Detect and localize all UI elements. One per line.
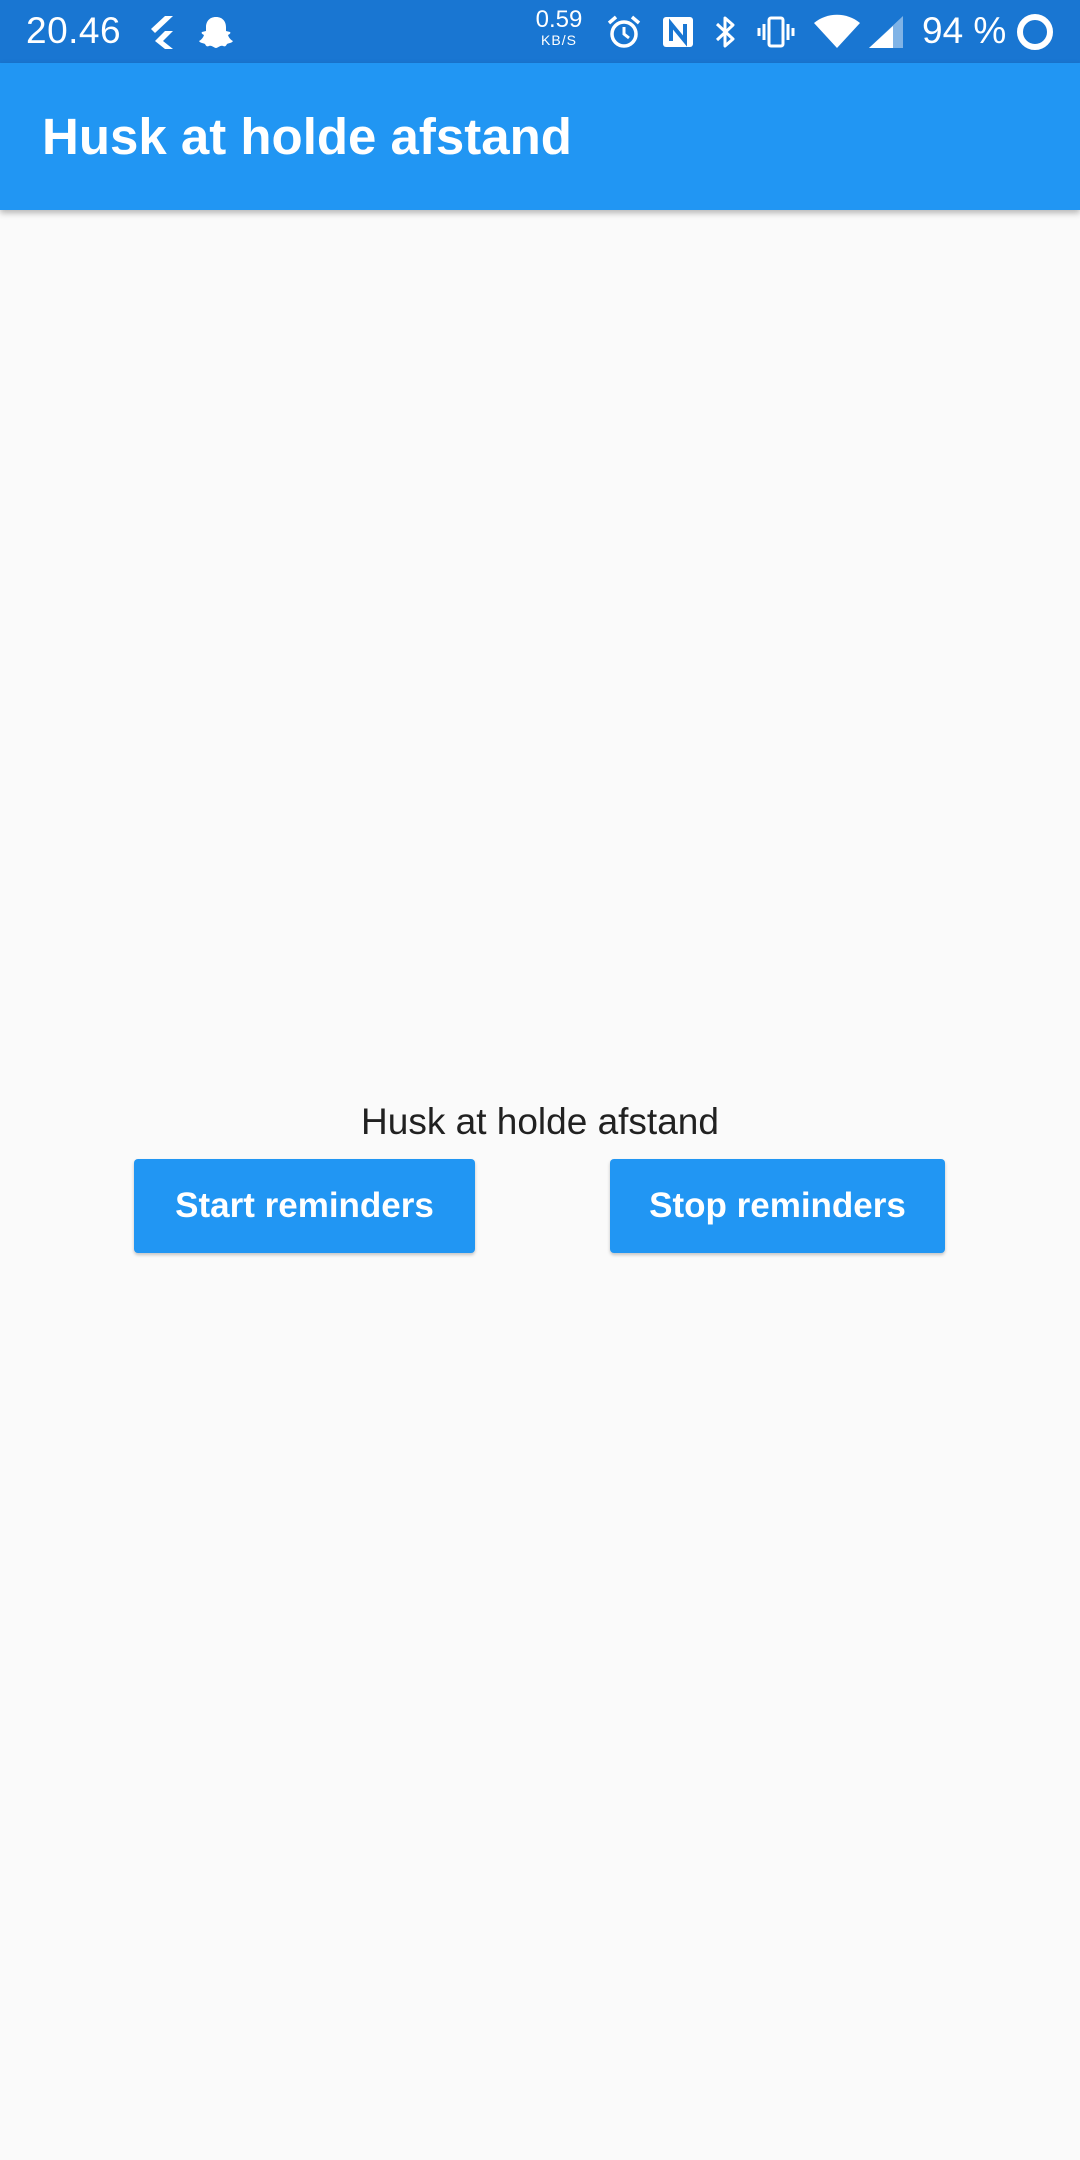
app-title: Husk at holde afstand	[42, 108, 572, 165]
vibrate-icon	[756, 0, 796, 63]
battery-percent: 94 %	[922, 10, 1007, 51]
status-bar: 20.46 0.59 KB/S 94 %	[0, 0, 1080, 63]
network-speed-value: 0.59	[535, 6, 583, 33]
start-reminders-button[interactable]: Start reminders	[134, 1159, 475, 1253]
bluetooth-icon	[710, 0, 742, 63]
stop-reminders-button[interactable]: Stop reminders	[610, 1159, 945, 1253]
flutter-icon	[144, 0, 180, 63]
nfc-icon	[658, 0, 698, 63]
status-time: 20.46	[26, 10, 122, 51]
battery-ring-icon	[1012, 0, 1058, 63]
snapchat-icon	[196, 0, 236, 63]
network-speed-unit: KB/S	[541, 32, 577, 48]
alarm-icon	[604, 0, 644, 63]
wifi-icon	[812, 0, 862, 63]
signal-icon	[866, 0, 906, 63]
app-bar: Husk at holde afstand	[0, 63, 1080, 210]
network-speed: 0.59 KB/S	[530, 6, 588, 49]
reminder-message: Husk at holde afstand	[361, 1101, 719, 1142]
app-screen: 20.46 0.59 KB/S 94 % Husk at holde afsta…	[0, 0, 1080, 2160]
